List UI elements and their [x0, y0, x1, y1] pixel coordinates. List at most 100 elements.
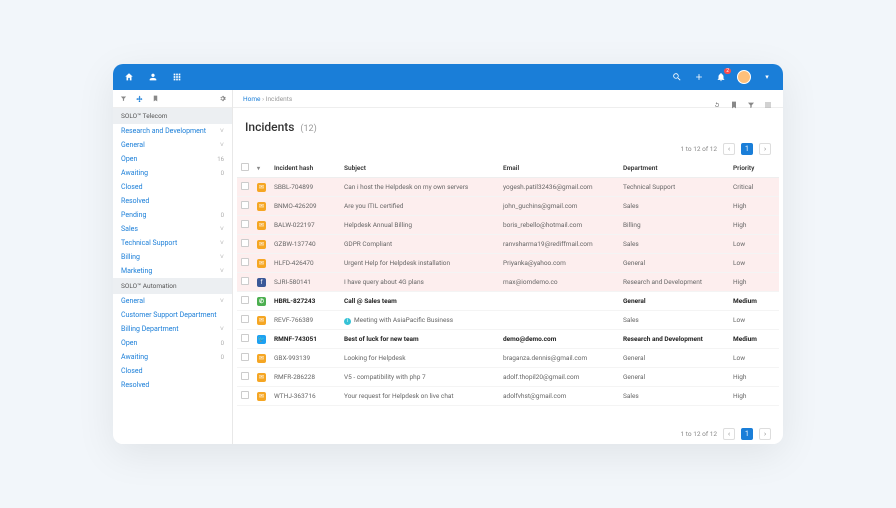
table-row[interactable]: ✉BNMO-426209Are you ITIL certifiedjohn_g… [237, 197, 779, 216]
row-checkbox[interactable] [241, 220, 249, 228]
list-icon[interactable] [764, 94, 773, 103]
sidebar-item[interactable]: Billing˅ [113, 250, 232, 264]
page-count: (12) [300, 124, 316, 134]
sidebar-item[interactable]: Closed [113, 364, 232, 378]
col-department[interactable]: Department [623, 164, 658, 172]
home-icon[interactable] [123, 71, 135, 83]
sidebar-item[interactable]: Resolved [113, 194, 232, 208]
sidebar-item-label: Closed [121, 183, 224, 191]
breadcrumb-home[interactable]: Home [243, 95, 261, 103]
apps-icon[interactable] [171, 71, 183, 83]
pager-prev[interactable]: ‹ [723, 143, 735, 155]
row-checkbox[interactable] [241, 334, 249, 342]
refresh-icon[interactable] [713, 94, 722, 103]
chevron-down-icon: ˅ [220, 267, 224, 275]
sidebar-item-label: Pending [121, 211, 221, 219]
table-row[interactable]: ✉BALW-022197Helpdesk Annual Billingboris… [237, 216, 779, 235]
filter-icon[interactable] [119, 95, 127, 103]
cell-hash: SBBL-704899 [270, 178, 340, 197]
row-checkbox[interactable] [241, 239, 249, 247]
bookmark-icon[interactable] [151, 95, 159, 103]
row-checkbox[interactable] [241, 182, 249, 190]
cell-email: john_guchins@gmail.com [499, 197, 619, 216]
table-row[interactable]: ✆HBRL-827243Call @ Sales teamGeneralMedi… [237, 292, 779, 311]
pager-current[interactable]: 1 [741, 428, 753, 440]
cell-subject: I have query about 4G plans [340, 273, 499, 292]
sidebar-item[interactable]: Open0 [113, 336, 232, 350]
table-row[interactable]: fSJRI-580141I have query about 4G plansm… [237, 273, 779, 292]
row-checkbox[interactable] [241, 296, 249, 304]
sidebar-item[interactable]: Open16 [113, 152, 232, 166]
sidebar-item-count: 0 [221, 212, 224, 219]
search-icon[interactable] [671, 71, 683, 83]
table-row[interactable]: ✉GZBW-137740GDPR Compliantranvsharma19@r… [237, 235, 779, 254]
col-priority[interactable]: Priority [733, 164, 754, 172]
sidebar-item[interactable]: Billing Department˅ [113, 322, 232, 336]
sidebar-item[interactable]: Pending0 [113, 208, 232, 222]
cell-hash: REVF-766389 [270, 311, 340, 330]
cell-department: Sales [619, 387, 729, 406]
sidebar-item[interactable]: Resolved [113, 378, 232, 392]
cell-subject: Can i host the Helpdesk on my own server… [340, 178, 499, 197]
avatar[interactable] [737, 70, 751, 84]
col-hash[interactable]: Incident hash [274, 164, 313, 172]
sidebar-item[interactable]: Closed [113, 180, 232, 194]
bookmark-icon[interactable] [730, 94, 739, 103]
pager-next[interactable]: › [759, 428, 771, 440]
chevron-down-icon: ˅ [220, 239, 224, 247]
pager-prev[interactable]: ‹ [723, 428, 735, 440]
sidebar-item[interactable]: Awaiting0 [113, 166, 232, 180]
sidebar-item[interactable]: Technical Support˅ [113, 236, 232, 250]
gear-icon[interactable] [218, 95, 226, 103]
phone-icon: ✆ [257, 297, 266, 306]
envelope-icon: ✉ [257, 392, 266, 401]
filter-icon[interactable] [747, 94, 756, 103]
cell-priority: Medium [729, 292, 779, 311]
cell-hash: HBRL-827243 [270, 292, 340, 311]
table-row[interactable]: ✉RMFR-286228V5 - compatibility with php … [237, 368, 779, 387]
row-checkbox[interactable] [241, 353, 249, 361]
cell-department: Sales [619, 197, 729, 216]
main: Home › Incidents Incidents (12) 1 to 12 … [233, 90, 783, 444]
row-checkbox[interactable] [241, 372, 249, 380]
table-row[interactable]: 🐦RMNF-743051Best of luck for new teamdem… [237, 330, 779, 349]
col-subject[interactable]: Subject [344, 164, 366, 172]
cell-priority: Low [729, 349, 779, 368]
notification-badge: 2 [724, 68, 731, 74]
row-checkbox[interactable] [241, 315, 249, 323]
page-title: Incidents [245, 120, 294, 134]
tree-icon[interactable] [135, 95, 143, 103]
table-row[interactable]: ✉GBX-993139Looking for Helpdeskbraganza.… [237, 349, 779, 368]
table-row[interactable]: ✉WTHJ-363716Your request for Helpdesk on… [237, 387, 779, 406]
cell-subject: V5 - compatibility with php 7 [340, 368, 499, 387]
notification-icon[interactable]: 2 [715, 71, 727, 83]
table-row[interactable]: ✉REVF-766389iMeeting with AsiaPacific Bu… [237, 311, 779, 330]
row-checkbox[interactable] [241, 277, 249, 285]
pager-current[interactable]: 1 [741, 143, 753, 155]
cell-hash: BNMO-426209 [270, 197, 340, 216]
user-icon[interactable] [147, 71, 159, 83]
row-checkbox[interactable] [241, 258, 249, 266]
sidebar-item[interactable]: General˅ [113, 138, 232, 152]
cell-hash: RMNF-743051 [270, 330, 340, 349]
table-row[interactable]: ✉HLFD-426470Urgent Help for Helpdesk ins… [237, 254, 779, 273]
pager-bottom: 1 to 12 of 12 ‹ 1 › [233, 424, 783, 444]
sidebar-item[interactable]: Sales˅ [113, 222, 232, 236]
sort-type-icon[interactable]: ▾ [257, 165, 260, 172]
sidebar-item-label: Billing [121, 253, 220, 261]
select-all-checkbox[interactable] [241, 163, 249, 171]
chevron-down-icon[interactable]: ▾ [761, 71, 773, 83]
pager-next[interactable]: › [759, 143, 771, 155]
add-icon[interactable] [693, 71, 705, 83]
sidebar-item[interactable]: Research and Development˅ [113, 124, 232, 138]
sidebar-item-label: Awaiting [121, 353, 221, 361]
sidebar-item[interactable]: Marketing˅ [113, 264, 232, 278]
row-checkbox[interactable] [241, 391, 249, 399]
sidebar-item[interactable]: General˅ [113, 294, 232, 308]
table-row[interactable]: ✉SBBL-704899Can i host the Helpdesk on m… [237, 178, 779, 197]
sidebar-section: SOLO™ Automation [113, 278, 232, 294]
col-email[interactable]: Email [503, 164, 519, 172]
sidebar-item[interactable]: Customer Support Department [113, 308, 232, 322]
sidebar-item[interactable]: Awaiting0 [113, 350, 232, 364]
row-checkbox[interactable] [241, 201, 249, 209]
